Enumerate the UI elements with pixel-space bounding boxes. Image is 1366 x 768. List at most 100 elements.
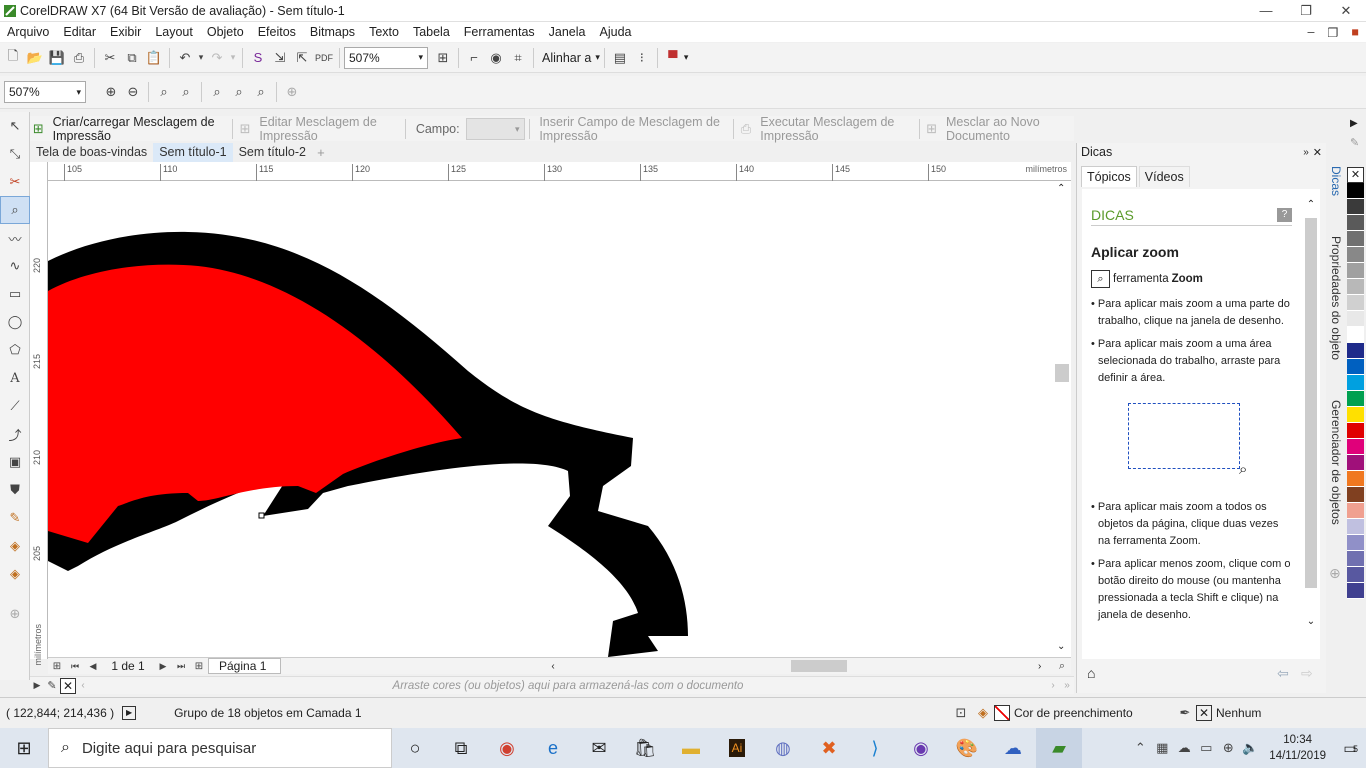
color-swatch[interactable] bbox=[1347, 487, 1364, 503]
scroll-down-icon[interactable]: ⌄ bbox=[1304, 616, 1318, 627]
chevron-down-icon[interactable]: ▾ bbox=[684, 52, 689, 63]
color-swatch[interactable] bbox=[1347, 183, 1364, 199]
vtab-gerenciador[interactable]: Gerenciador de objetos bbox=[1329, 400, 1343, 525]
close-icon[interactable]: ✕ bbox=[1326, 0, 1366, 22]
store-icon[interactable]: 🛍 bbox=[622, 728, 668, 768]
show-hidden-icons-icon[interactable]: ⌃ bbox=[1129, 737, 1151, 759]
drawing-canvas[interactable] bbox=[48, 181, 1054, 657]
vertical-ruler[interactable]: 220 215 210 205 milímetros bbox=[30, 162, 48, 666]
docker-close-icon[interactable]: ✕ bbox=[1313, 146, 1322, 159]
scroll-down-icon[interactable]: ⌄ bbox=[1057, 641, 1065, 652]
docker-back-icon[interactable]: ⌂ bbox=[1087, 665, 1095, 681]
palette-scroll-right-icon[interactable]: › bbox=[1046, 675, 1060, 697]
color-swatch[interactable] bbox=[1347, 247, 1364, 263]
doc-restore-icon[interactable]: ❐ bbox=[1322, 21, 1344, 43]
execute-merge-button[interactable]: Executar Mesclagem de Impressão bbox=[754, 115, 914, 143]
zoom-all-objects-icon[interactable]: ⌕ bbox=[175, 81, 197, 103]
vertical-scrollbar[interactable]: ⌃ ⌄ bbox=[1054, 181, 1071, 657]
user-icon[interactable]: ■ bbox=[1344, 21, 1366, 43]
import-icon[interactable]: ⇲ bbox=[269, 47, 291, 69]
color-swatch[interactable] bbox=[1347, 471, 1364, 487]
horizontal-scroll-thumb[interactable] bbox=[791, 660, 848, 672]
next-page-icon[interactable]: ▶ bbox=[154, 655, 172, 677]
publish-pdf-icon[interactable]: PDF bbox=[313, 47, 335, 69]
search-content-icon[interactable]: S bbox=[247, 47, 269, 69]
color-swatch[interactable] bbox=[1347, 535, 1364, 551]
color-swatch[interactable] bbox=[1347, 455, 1364, 471]
weather-icon[interactable]: ☁ bbox=[990, 728, 1036, 768]
cut-icon[interactable]: ✂ bbox=[99, 47, 121, 69]
full-screen-preview-icon[interactable]: ⊞ bbox=[432, 47, 454, 69]
color-management-icon[interactable]: ▀ bbox=[662, 47, 684, 69]
parallel-dimension-tool-icon[interactable]: ⟋ bbox=[0, 392, 30, 420]
color-swatch[interactable] bbox=[1347, 551, 1364, 567]
interactive-fill-tool-icon[interactable]: ◈ bbox=[0, 532, 30, 560]
network-icon[interactable]: ☁ bbox=[1173, 737, 1195, 759]
palette-expand-icon[interactable]: ▶ bbox=[30, 675, 44, 697]
new-document-icon[interactable]: 🗋 bbox=[2, 47, 24, 69]
rectangle-tool-icon[interactable]: ▭ bbox=[0, 280, 30, 308]
scroll-right-icon[interactable]: › bbox=[1038, 661, 1041, 672]
page-tab[interactable]: Página 1 bbox=[208, 658, 282, 674]
menu-tabela[interactable]: Tabela bbox=[406, 25, 457, 39]
show-guidelines-icon[interactable]: ⌗ bbox=[507, 47, 529, 69]
color-swatch[interactable] bbox=[1347, 407, 1364, 423]
last-page-icon[interactable]: ⏭ bbox=[172, 655, 190, 677]
hints-scrollbar[interactable]: ⌃ ⌄ bbox=[1304, 199, 1318, 649]
add-icon[interactable]: ⊕ bbox=[281, 81, 303, 103]
color-swatch[interactable] bbox=[1347, 295, 1364, 311]
menu-layout[interactable]: Layout bbox=[148, 25, 200, 39]
color-swatch[interactable] bbox=[1347, 311, 1364, 327]
file-explorer-icon[interactable]: ▬ bbox=[668, 728, 714, 768]
hints-scroll-thumb[interactable] bbox=[1305, 218, 1317, 588]
add-page-after-icon[interactable]: ⊞ bbox=[190, 655, 208, 677]
crop-tool-icon[interactable]: ✂ bbox=[0, 168, 30, 196]
merge-new-doc-button[interactable]: Mesclar ao Novo Documento bbox=[940, 115, 1074, 143]
palette-eyedropper-icon[interactable]: ✎ bbox=[1350, 136, 1359, 149]
tab-topicos[interactable]: Tópicos bbox=[1081, 166, 1137, 187]
connector-tool-icon[interactable]: ⤴ bbox=[0, 420, 30, 448]
horizontal-ruler[interactable]: 105 110 115 120 125 130 135 140 145 150 milímetro… bbox=[48, 162, 1071, 181]
zoom-select[interactable]: 507% ▾ bbox=[4, 81, 86, 103]
keyboard-icon[interactable]: ▦ bbox=[1151, 737, 1173, 759]
insert-field-button[interactable]: Inserir Campo de Mesclagem de Impressão bbox=[533, 115, 729, 143]
doc-minimize-icon[interactable]: – bbox=[1300, 21, 1322, 43]
notification-icon[interactable]: ▭ 5 bbox=[1334, 740, 1366, 757]
fill-swatch-icon[interactable] bbox=[994, 705, 1010, 721]
undo-icon[interactable]: ↶ bbox=[174, 47, 196, 69]
language-icon[interactable]: ⊕ bbox=[1217, 737, 1239, 759]
menu-texto[interactable]: Texto bbox=[362, 25, 406, 39]
artistic-media-tool-icon[interactable]: ∿ bbox=[0, 252, 30, 280]
color-swatch[interactable] bbox=[1347, 519, 1364, 535]
color-swatch[interactable] bbox=[1347, 439, 1364, 455]
menu-exibir[interactable]: Exibir bbox=[103, 25, 148, 39]
zoom-page-width-icon[interactable]: ⌕ bbox=[228, 81, 250, 103]
battery-icon[interactable]: ▭ bbox=[1195, 737, 1217, 759]
polygon-tool-icon[interactable]: ⬠ bbox=[0, 336, 30, 364]
zoom-out-icon[interactable]: ⊖ bbox=[122, 81, 144, 103]
chrome-icon[interactable]: ◉ bbox=[484, 728, 530, 768]
tab-videos[interactable]: Vídeos bbox=[1138, 166, 1190, 187]
print-icon[interactable]: ⎙ bbox=[68, 47, 90, 69]
color-swatch[interactable] bbox=[1347, 375, 1364, 391]
illustrator-icon[interactable]: Ai bbox=[714, 728, 760, 768]
palette-scroll-up-icon[interactable]: ▶ bbox=[1350, 118, 1358, 129]
menu-editar[interactable]: Editar bbox=[56, 25, 103, 39]
drop-shadow-tool-icon[interactable]: ▣ bbox=[0, 448, 30, 476]
cortana-icon[interactable]: ○ bbox=[392, 728, 438, 768]
color-swatch[interactable] bbox=[1347, 583, 1364, 599]
mail-icon[interactable]: ✉ bbox=[576, 728, 622, 768]
palette-eyedropper-icon[interactable]: ✎ bbox=[44, 675, 60, 697]
color-swatch[interactable] bbox=[1347, 215, 1364, 231]
field-select[interactable]: ▾ bbox=[465, 117, 525, 140]
add-docker-icon[interactable]: ⊕ bbox=[1329, 565, 1343, 582]
align-to-label[interactable]: Alinhar a bbox=[538, 51, 595, 65]
edit-merge-button[interactable]: Editar Mesclagem de Impressão bbox=[253, 115, 401, 143]
transparency-tool-icon[interactable]: ⛊ bbox=[0, 476, 30, 504]
menu-ajuda[interactable]: Ajuda bbox=[593, 25, 639, 39]
paste-icon[interactable]: 📋 bbox=[143, 47, 165, 69]
tab-sem-titulo-2[interactable]: Sem título-2 bbox=[233, 143, 312, 162]
menu-objeto[interactable]: Objeto bbox=[200, 25, 251, 39]
scroll-left-icon[interactable]: ‹ bbox=[551, 661, 554, 672]
color-palette[interactable]: ✕ bbox=[1347, 167, 1366, 647]
